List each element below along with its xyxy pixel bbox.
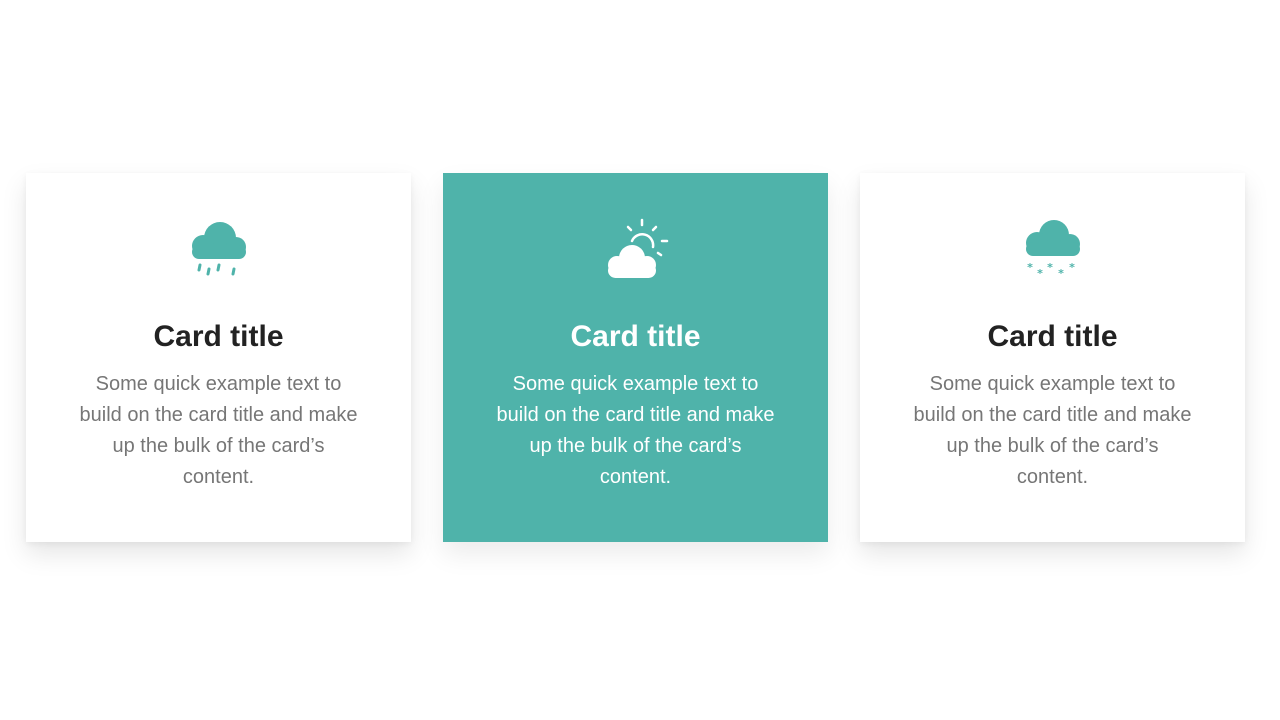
card-title: Card title	[570, 320, 701, 353]
svg-text:*: *	[1058, 267, 1064, 280]
card-text: Some quick example text to build on the …	[496, 373, 775, 488]
card-row: Card title Some quick example text to bu…	[26, 173, 1245, 542]
partly-sunny-icon	[607, 218, 668, 278]
rain-cloud-icon	[191, 222, 246, 276]
card-rain[interactable]: Card title Some quick example text to bu…	[26, 173, 411, 542]
svg-text:*: *	[1037, 267, 1043, 280]
svg-text:*: *	[1027, 261, 1033, 274]
snow-cloud-icon: * * * * *	[1025, 220, 1080, 280]
card-title: Card title	[153, 320, 284, 353]
card-snow[interactable]: * * * * * Card title Some quick example …	[860, 173, 1245, 542]
card-text: Some quick example text to build on the …	[79, 373, 358, 488]
card-title: Card title	[987, 320, 1118, 353]
svg-text:*: *	[1069, 261, 1075, 274]
card-text: Some quick example text to build on the …	[913, 373, 1192, 488]
card-partly-sunny[interactable]: Card title Some quick example text to bu…	[443, 173, 828, 542]
svg-text:*: *	[1047, 261, 1053, 274]
